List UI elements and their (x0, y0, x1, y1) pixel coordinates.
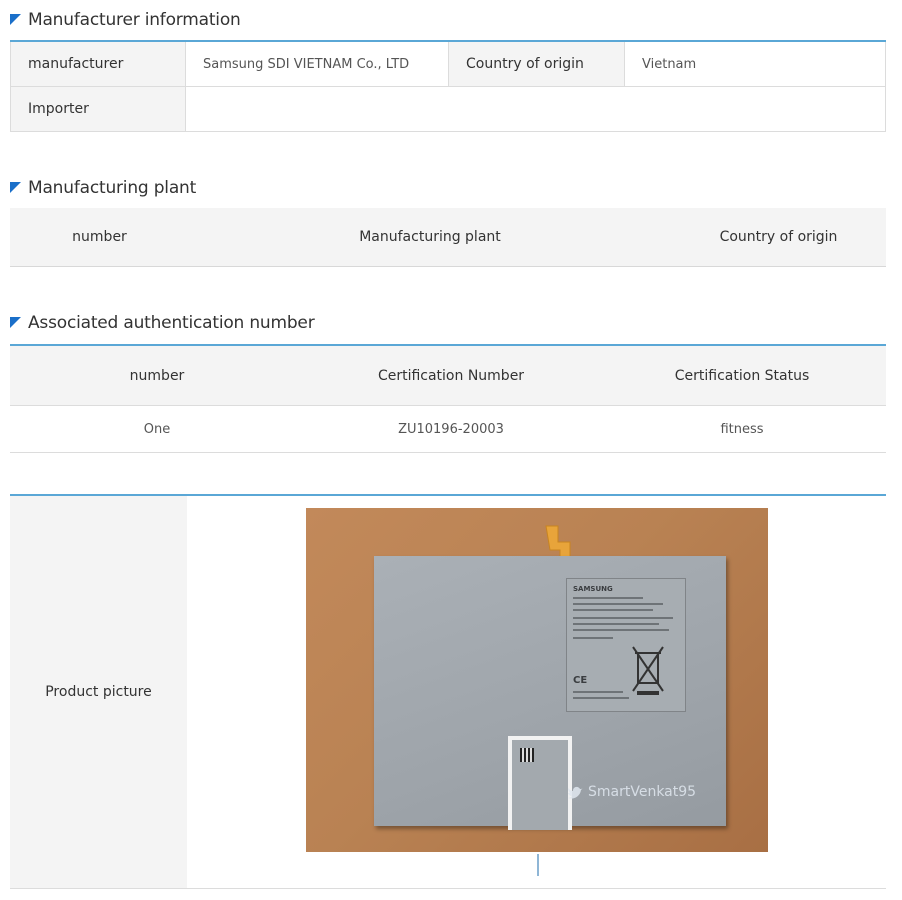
image-anchor-line (537, 854, 539, 876)
importer-value (185, 86, 886, 132)
table-row: One ZU10196-20003 fitness (10, 405, 886, 453)
certification-table: number Certification Number Certificatio… (10, 344, 886, 453)
manufacturer-table: manufacturer Samsung SDI VIETNAM Co., LT… (10, 40, 886, 132)
table-row: Importer (10, 86, 886, 132)
cert-header-cert-number: Certification Number (304, 345, 598, 406)
table-header-row: number Certification Number Certificatio… (10, 345, 886, 406)
origin-label: Country of origin (448, 41, 625, 87)
table-header-row: number Manufacturing plant Country of or… (10, 208, 886, 267)
cert-cell-number: One (10, 405, 304, 453)
battery-label: SAMSUNG CE (566, 578, 686, 712)
origin-value: Vietnam (624, 41, 886, 87)
section-title-manufacturer: Manufacturer information (10, 9, 241, 31)
cert-header-number: number (10, 345, 304, 406)
watermark: SmartVenkat95 (568, 784, 696, 800)
plant-header-plant: Manufacturing plant (359, 229, 501, 245)
product-picture-label: Product picture (10, 495, 187, 889)
cert-header-status: Certification Status (598, 345, 886, 406)
cert-cell-cert-number: ZU10196-20003 (304, 405, 598, 453)
table-row: manufacturer Samsung SDI VIETNAM Co., LT… (10, 41, 886, 87)
plant-header-origin: Country of origin (719, 229, 838, 245)
manufacturer-label: manufacturer (10, 41, 186, 87)
brand-text: SAMSUNG (573, 585, 613, 593)
plant-header-number: number (72, 229, 127, 245)
section-title-text: Manufacturer information (28, 10, 241, 30)
qr-code-sticker (508, 736, 572, 830)
manufacturer-value: Samsung SDI VIETNAM Co., LTD (185, 41, 449, 87)
section-marker-icon (10, 181, 21, 193)
qr-code-icon (520, 748, 534, 762)
section-title-text: Manufacturing plant (28, 178, 197, 198)
section-title-text: Associated authentication number (28, 313, 315, 333)
product-photo: SAMSUNG CE SmartVenkat95 (306, 508, 768, 852)
section-title-plant: Manufacturing plant (10, 177, 196, 199)
twitter-bird-icon (568, 786, 583, 799)
recycle-bin-icon (632, 646, 664, 695)
watermark-text: SmartVenkat95 (588, 784, 697, 800)
plant-table: number Manufacturing plant Country of or… (10, 208, 886, 267)
ce-mark: CE (573, 675, 588, 686)
section-marker-icon (10, 316, 21, 328)
section-marker-icon (10, 13, 21, 25)
importer-label: Importer (10, 86, 186, 132)
cert-cell-status: fitness (598, 405, 886, 453)
section-title-auth: Associated authentication number (10, 312, 315, 334)
